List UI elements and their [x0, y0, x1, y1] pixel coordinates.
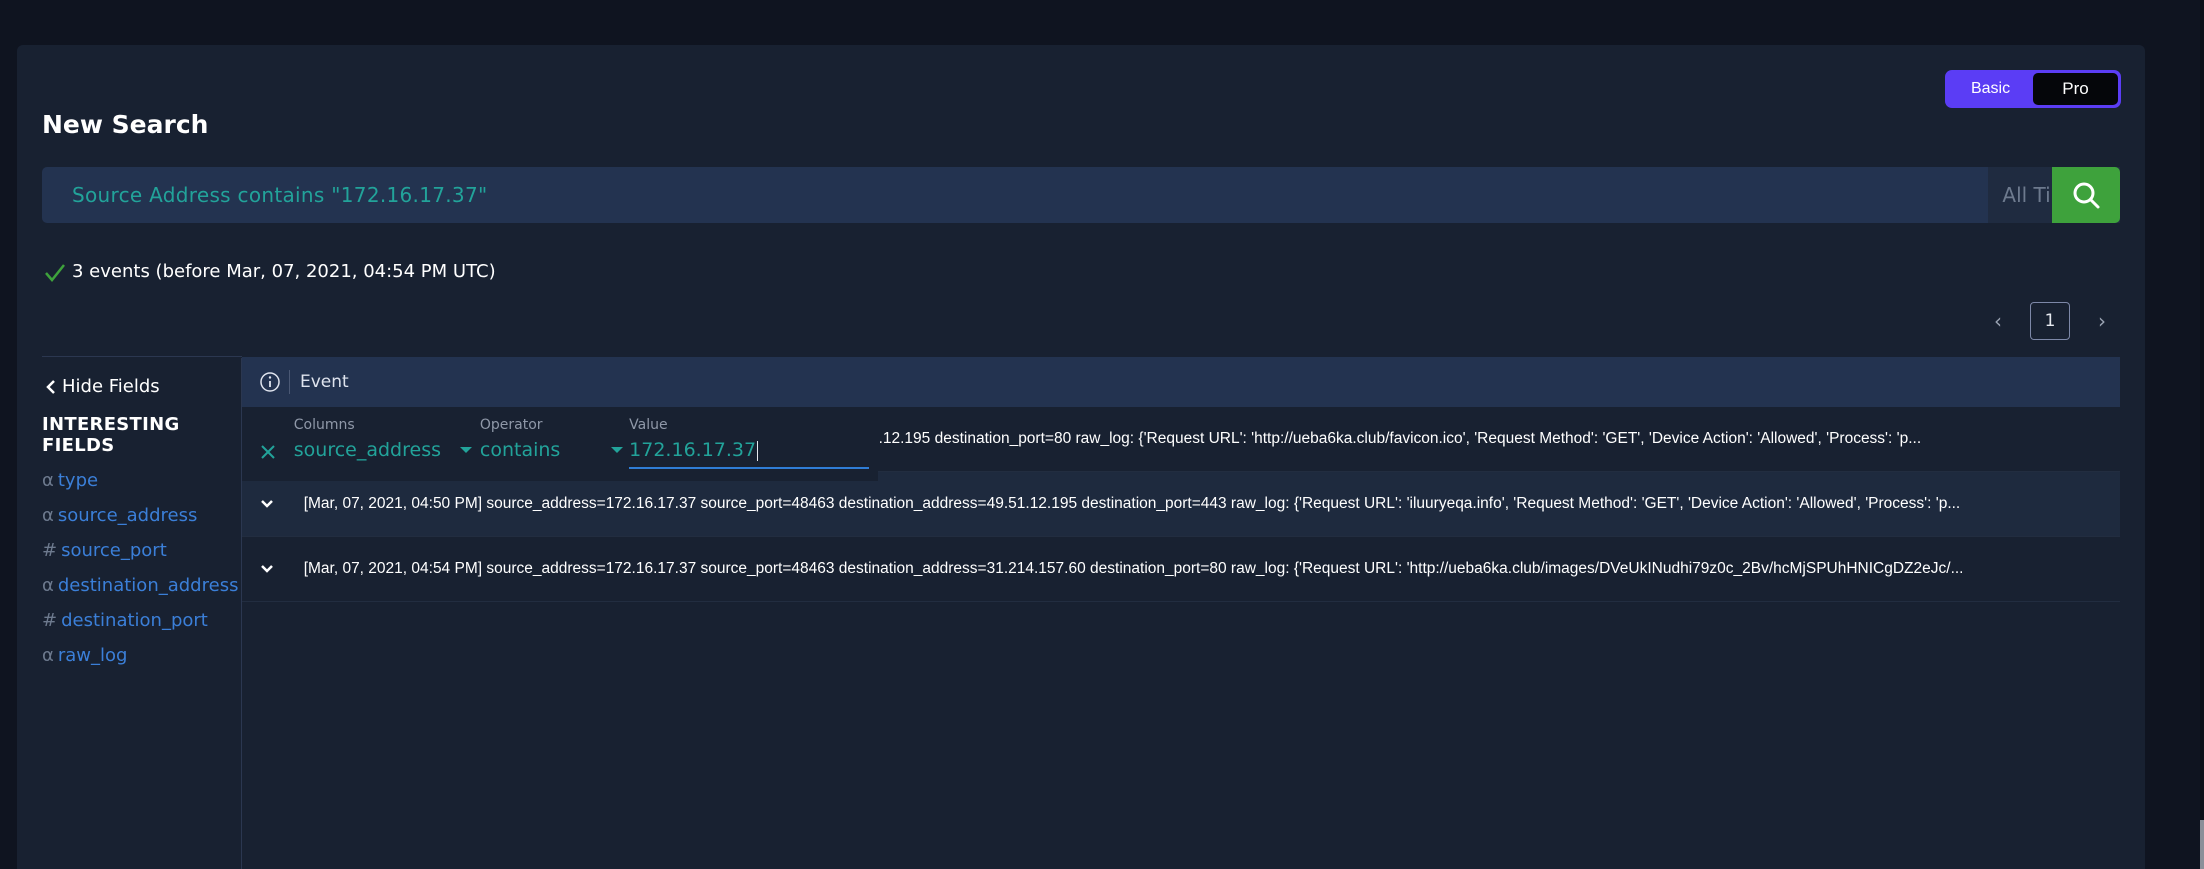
value-label: Value: [629, 417, 668, 433]
value-input[interactable]: 172.16.17.37: [629, 439, 756, 461]
page-scrollbar[interactable]: [2200, 0, 2204, 869]
field-type[interactable]: α type: [42, 470, 240, 491]
field-source-address[interactable]: α source_address: [42, 505, 240, 526]
hide-fields-button[interactable]: Hide Fields: [42, 376, 240, 397]
field-label: destination_address: [57, 575, 239, 596]
field-destination-address[interactable]: α destination_address: [42, 575, 240, 596]
field-type-marker: α: [42, 575, 54, 596]
field-type-marker: #: [42, 540, 58, 561]
operator-label: Operator: [479, 417, 543, 433]
columns-select[interactable]: Columns source_address: [294, 409, 480, 461]
close-icon: [261, 445, 275, 459]
prev-page-icon[interactable]: ‹: [1988, 302, 2008, 340]
operator-value: contains: [479, 439, 561, 461]
field-label: destination_port: [61, 610, 208, 631]
fields-sidebar: Hide Fields INTERESTING FIELDS α type α so…: [42, 376, 240, 666]
text-cursor: [757, 440, 759, 461]
hide-fields-label: Hide Fields: [62, 376, 160, 397]
chevron-down-icon[interactable]: [242, 564, 292, 574]
page-number[interactable]: 1: [2030, 302, 2070, 340]
pagination: ‹ 1 ›: [1988, 302, 2112, 340]
field-type-marker: α: [42, 645, 54, 666]
events-count: 3 events (before Mar, 07, 2021, 04:54 PM…: [72, 261, 496, 282]
search-bar[interactable]: Source Address contains "172.16.17.37" A…: [42, 167, 2120, 223]
field-type-marker: α: [42, 470, 54, 491]
search-status: 3 events (before Mar, 07, 2021, 04:54 PM…: [44, 261, 496, 282]
caret-down-icon: [610, 447, 623, 453]
check-icon: [45, 263, 65, 282]
columns-value: source_address: [293, 439, 441, 461]
search-query[interactable]: Source Address contains "172.16.17.37": [42, 183, 1988, 207]
pro-mode-button[interactable]: Pro: [2033, 73, 2118, 105]
value-field[interactable]: Value 172.16.17.37: [629, 409, 878, 469]
columns-label: Columns: [293, 417, 355, 433]
info-icon[interactable]: [250, 370, 290, 394]
caret-down-icon: [459, 447, 472, 453]
chevron-left-icon: [46, 379, 55, 394]
search-button[interactable]: [2052, 167, 2120, 223]
event-text: [Mar, 07, 2021, 04:54 PM] source_address…: [303, 560, 1964, 577]
field-label: source_address: [57, 505, 198, 526]
event-column-header: Event: [300, 372, 349, 392]
field-destination-port[interactable]: # destination_port: [42, 610, 240, 631]
chevron-down-icon[interactable]: [242, 499, 292, 509]
event-text: [Mar, 07, 2021, 04:50 PM] source_address…: [303, 495, 1961, 512]
field-type-marker: #: [42, 610, 58, 631]
field-label: type: [57, 470, 99, 491]
table-row[interactable]: [Mar, 07, 2021, 04:54 PM] source_address…: [242, 537, 2120, 602]
field-type-marker: α: [42, 505, 54, 526]
field-label: source_port: [61, 540, 167, 561]
remove-filter-button[interactable]: [242, 409, 294, 481]
divider: [42, 356, 242, 357]
table-row[interactable]: [Mar, 07, 2021, 04:50 PM] source_address…: [242, 472, 2120, 537]
field-source-port[interactable]: # source_port: [42, 540, 240, 561]
basic-mode-button[interactable]: Basic: [1948, 73, 2033, 105]
table-header: Event: [242, 357, 2120, 407]
interesting-fields-title: INTERESTING FIELDS: [42, 414, 180, 456]
field-label: raw_log: [57, 645, 128, 666]
mode-toggle[interactable]: Basic Pro: [1945, 70, 2121, 108]
filter-editor: Columns source_address Operator contains…: [242, 409, 878, 481]
scrollbar-thumb[interactable]: [2200, 820, 2204, 869]
search-icon: [2073, 182, 2100, 209]
next-page-icon[interactable]: ›: [2092, 302, 2112, 340]
page-title: New Search: [42, 110, 209, 139]
operator-select[interactable]: Operator contains: [480, 409, 629, 461]
field-raw-log[interactable]: α raw_log: [42, 645, 240, 666]
